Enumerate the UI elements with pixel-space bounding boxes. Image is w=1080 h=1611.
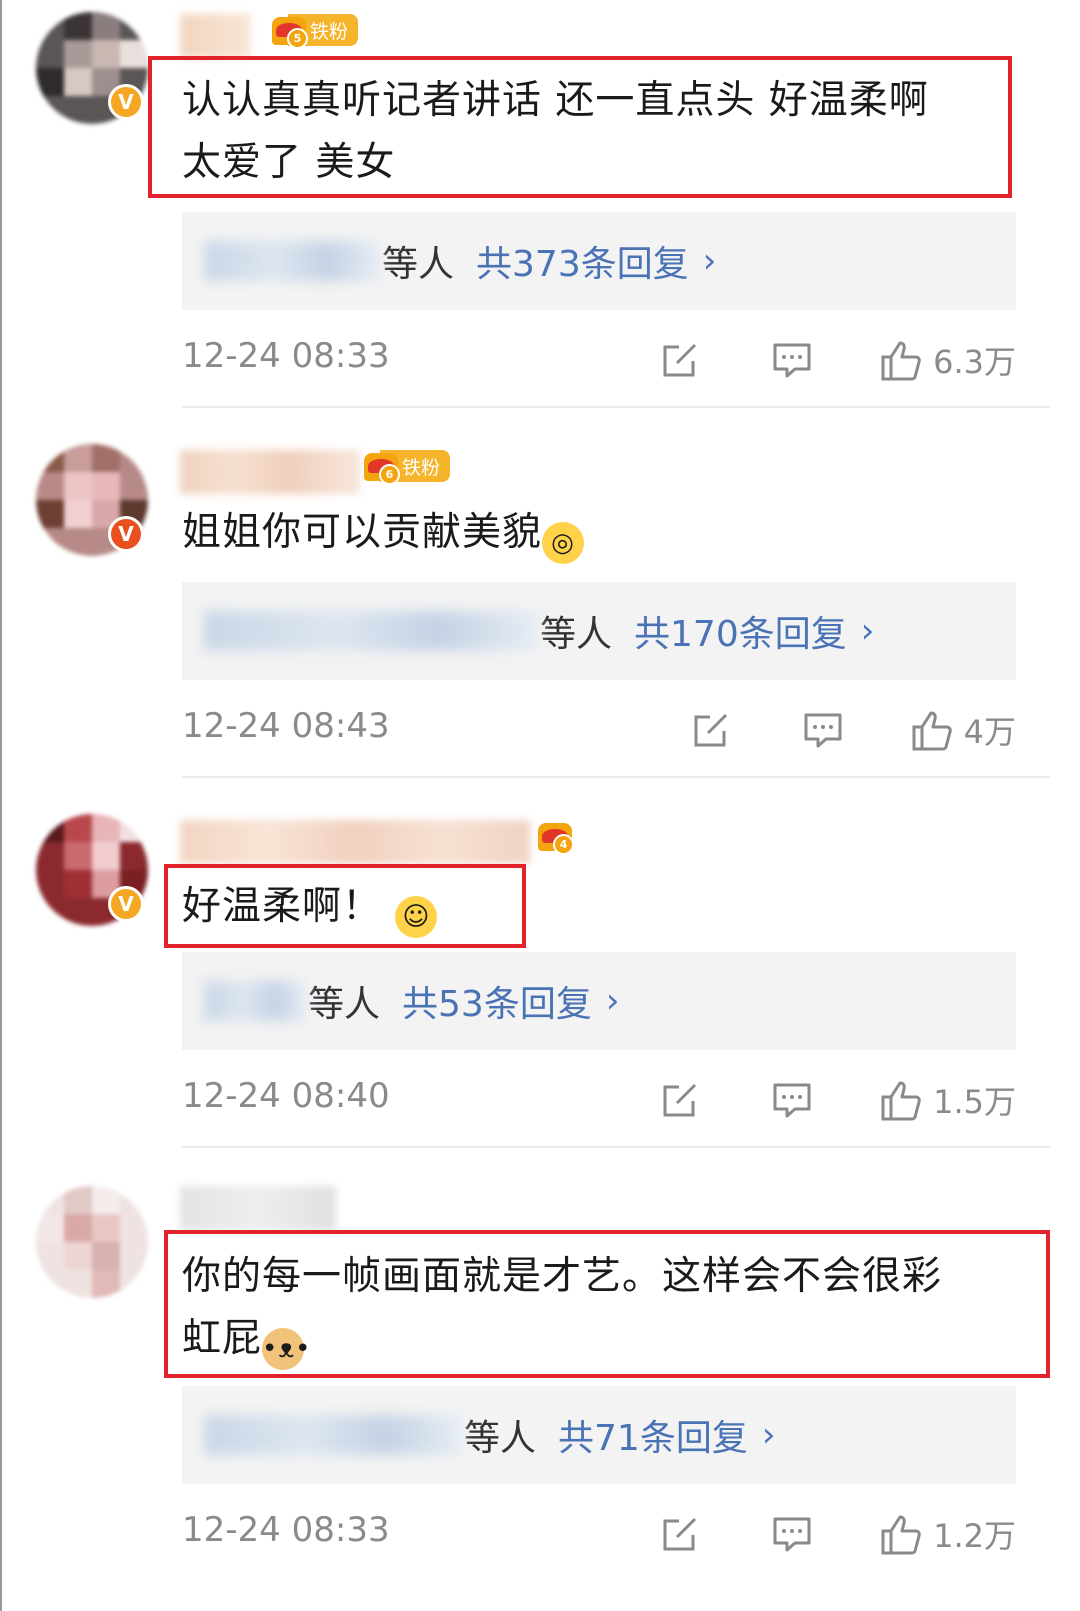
comment-text: 姐姐你可以贡献美貌 ◎ [182,502,585,564]
highlight-box [164,864,526,948]
highlight-box [148,56,1012,198]
edit-icon[interactable] [659,339,701,381]
fan-badge: 6 铁粉 [362,446,451,486]
comment-meta: 12-24 08:40 1.5万 [182,1070,1016,1130]
fan-badge: 5 铁粉 [270,10,359,50]
reply-summary[interactable]: 等人 共170条回复 › [182,582,1016,680]
comment-icon[interactable] [802,709,844,751]
edit-icon[interactable] [690,709,732,751]
comment-item: 你的每一帧画面就是才艺。这样会不会很彩 虹屁•ᴥ• 等人 共71条回复 › 12… [0,1150,1080,1611]
like-count: 6.3万 [933,343,1016,381]
crown-icon: 4 [536,817,574,855]
username[interactable] [180,820,530,864]
reply-count-link[interactable]: 共71条回复 [558,1409,748,1461]
divider [182,776,1050,778]
comment-meta: 12-24 08:33 6.3万 [182,330,1016,390]
username[interactable] [180,450,360,494]
replier-names [204,611,538,651]
comment-item: V 6 铁粉 姐姐你可以贡献美貌 ◎ 等人 共170条回复 › 12-24 08:… [0,410,1080,780]
highlight-box [164,1230,1050,1378]
crown-icon: 6 [362,447,400,485]
chevron-right-icon: › [605,981,620,1021]
fan-badge: 4 [536,816,574,856]
reply-who-label: 等人 [382,244,455,285]
verified-badge-icon: V [108,516,144,552]
comment-item: V 5 铁粉 认认真真听记者讲话 还一直点头 好温柔啊 太爱了 美女 等人 共3… [0,0,1080,410]
sunglasses-emoji-icon: ◎ [542,522,585,564]
divider [182,406,1050,408]
crown-icon: 5 [270,11,308,49]
like-icon[interactable] [910,707,956,753]
timestamp: 12-24 08:33 [182,336,390,376]
username[interactable] [180,1186,336,1230]
comment-icon[interactable] [771,1513,813,1555]
verified-badge-icon: V [108,886,144,922]
reply-who-label: 等人 [540,614,613,655]
edit-icon[interactable] [659,1513,701,1555]
comment-meta: 12-24 08:43 4万 [182,700,1016,760]
like-icon[interactable] [879,1511,925,1557]
chevron-right-icon: › [761,1415,776,1455]
avatar[interactable] [36,1186,148,1298]
like-count: 1.2万 [933,1517,1016,1555]
comment-icon[interactable] [771,1079,813,1121]
like-count: 1.5万 [933,1083,1016,1121]
verified-badge-icon: V [108,84,144,120]
replier-names [204,1415,462,1455]
reply-count-link[interactable]: 共53条回复 [402,975,592,1027]
chevron-right-icon: › [860,611,875,651]
reply-summary[interactable]: 等人 共373条回复 › [182,212,1016,310]
timestamp: 12-24 08:40 [182,1076,390,1116]
timestamp: 12-24 08:33 [182,1510,390,1550]
comment-meta: 12-24 08:33 1.2万 [182,1504,1016,1564]
reply-summary[interactable]: 等人 共71条回复 › [182,1386,1016,1484]
like-count: 4万 [963,713,1016,751]
chevron-right-icon: › [702,241,717,281]
reply-summary[interactable]: 等人 共53条回复 › [182,952,1016,1050]
reply-who-label: 等人 [308,984,381,1025]
replier-names [204,981,306,1021]
edit-icon[interactable] [659,1079,701,1121]
username[interactable] [180,14,250,58]
comment-icon[interactable] [771,339,813,381]
timestamp: 12-24 08:43 [182,706,390,746]
replier-names [204,241,380,281]
divider [182,1146,1050,1148]
like-icon[interactable] [879,337,925,383]
reply-who-label: 等人 [464,1418,537,1459]
comment-item: V 4 好温柔啊！ ☺ 等人 共53条回复 › 12-24 08:40 1.5万 [0,780,1080,1150]
reply-count-link[interactable]: 共170条回复 [634,605,847,657]
like-icon[interactable] [879,1077,925,1123]
reply-count-link[interactable]: 共373条回复 [476,235,689,287]
